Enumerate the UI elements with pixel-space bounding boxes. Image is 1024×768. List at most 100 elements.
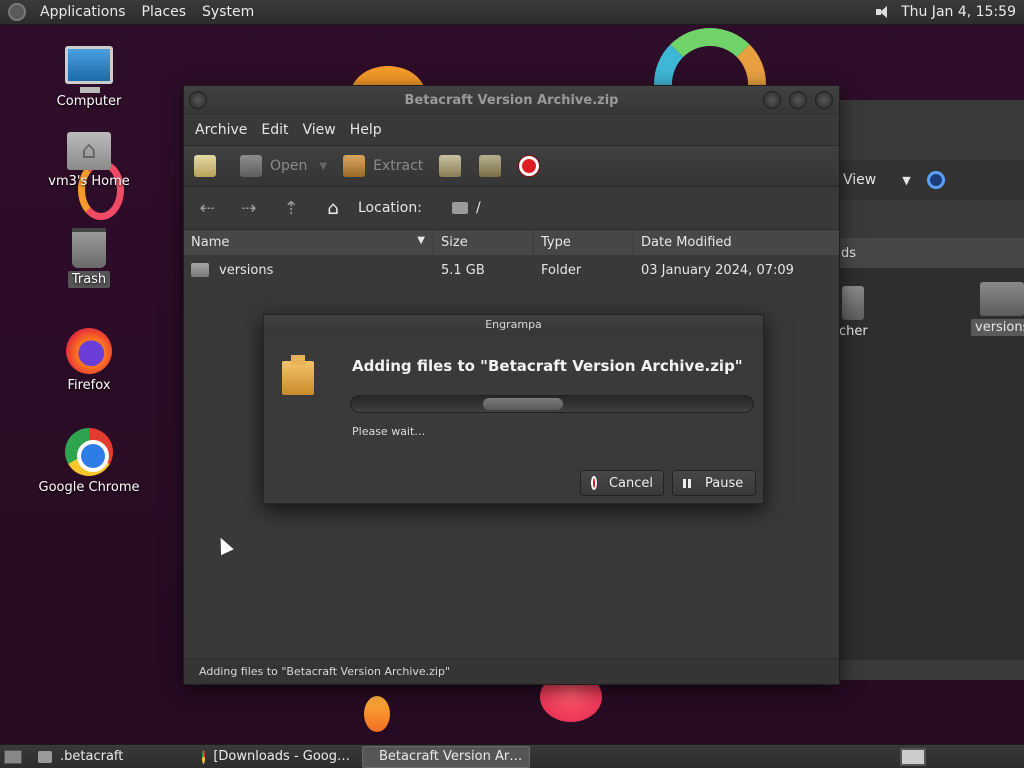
desktop-icon-label: Computer — [56, 94, 122, 109]
stop-icon — [591, 476, 597, 490]
column-size[interactable]: Size — [434, 230, 534, 255]
column-date-modified[interactable]: Date Modified — [634, 230, 839, 255]
chrome-icon — [202, 749, 206, 764]
background-header: ds — [837, 238, 1024, 268]
dialog-heading: Adding files to "Betacraft Version Archi… — [352, 357, 743, 375]
desktop-icon-label: Firefox — [67, 378, 111, 393]
clock[interactable]: Thu Jan 4, 15:59 — [901, 4, 1024, 20]
wallpaper-drop-shape — [364, 696, 390, 732]
package-icon — [282, 355, 314, 395]
pause-button[interactable]: Pause — [672, 470, 756, 496]
extract-icon[interactable] — [343, 155, 366, 177]
cell-size: 5.1 GB — [441, 262, 485, 278]
cancel-button[interactable]: Cancel — [580, 470, 664, 496]
location-path[interactable]: / — [476, 200, 481, 216]
add-files-icon[interactable] — [439, 155, 462, 177]
cancel-button-label: Cancel — [608, 475, 653, 491]
dialog-title: Engrampa — [264, 315, 763, 335]
taskbar-item[interactable]: .betacraft — [30, 746, 190, 768]
forward-arrow-icon[interactable]: ⇢ — [236, 198, 262, 219]
desktop-icon-chrome[interactable]: Google Chrome — [14, 428, 164, 495]
progress-pulse-indicator — [483, 398, 563, 410]
firefox-icon — [66, 328, 112, 374]
desktop-icon-label: Google Chrome — [38, 480, 140, 495]
chrome-icon — [65, 428, 113, 476]
menu-edit[interactable]: Edit — [254, 122, 295, 138]
folder-icon — [451, 202, 468, 214]
background-folder-item[interactable]: cher — [839, 286, 868, 339]
folder-icon — [191, 263, 209, 277]
up-arrow-icon[interactable]: ⇡ — [278, 198, 304, 219]
taskbar-item-active[interactable]: Betacraft Version Ar… — [362, 745, 530, 768]
desktop-icon-trash[interactable]: Trash — [14, 228, 164, 288]
home-icon[interactable]: ⌂ — [320, 198, 346, 219]
background-toolbar: View ▼ — [837, 160, 1024, 200]
cell-modified: 03 January 2024, 07:09 — [641, 262, 794, 278]
applications-menu[interactable]: Applications — [32, 4, 134, 20]
minimize-button[interactable] — [763, 91, 781, 109]
background-file-manager-window[interactable]: View ▼ ds cher versions — [836, 100, 1024, 680]
view-selector[interactable]: View — [843, 172, 876, 188]
desktop-icon-label: vm3's Home — [48, 174, 130, 189]
folder-icon — [38, 750, 52, 763]
chevron-down-icon[interactable]: ▼ — [319, 161, 327, 172]
desktop-icon-label: Trash — [67, 271, 111, 288]
workspace-switcher-icon[interactable] — [900, 747, 926, 766]
pause-button-label: Pause — [705, 475, 744, 491]
column-header: Name ▼ Size Type Date Modified — [184, 229, 839, 255]
desktop-icon-computer[interactable]: Computer — [14, 46, 164, 109]
menu-view[interactable]: View — [296, 122, 343, 138]
background-item-label: versions — [971, 319, 1024, 336]
top-panel: Applications Places System Thu Jan 4, 15… — [0, 0, 1024, 25]
new-archive-icon[interactable] — [194, 155, 216, 177]
open-icon[interactable] — [240, 155, 262, 177]
show-desktop-icon[interactable] — [4, 749, 22, 764]
list-item[interactable]: versions 5.1 GB Folder 03 January 2024, … — [184, 255, 839, 285]
folder-icon — [842, 286, 865, 320]
menu-archive[interactable]: Archive — [188, 122, 254, 138]
menu-help[interactable]: Help — [343, 122, 389, 138]
toolbar: Open ▼ Extract — [184, 145, 839, 187]
desktop-icon-firefox[interactable]: Firefox — [14, 328, 164, 393]
mate-logo-icon[interactable] — [8, 3, 26, 21]
add-folder-icon[interactable] — [479, 155, 502, 177]
open-button[interactable]: Open — [270, 158, 307, 174]
stop-icon[interactable] — [519, 156, 540, 176]
maximize-button[interactable] — [789, 91, 807, 109]
cell-name: versions — [184, 263, 434, 278]
pause-icon — [683, 478, 691, 488]
back-arrow-icon[interactable]: ⇠ — [194, 198, 220, 219]
sort-descending-icon: ▼ — [417, 235, 425, 246]
item-name: versions — [219, 262, 274, 278]
taskbar-item-label: .betacraft — [60, 749, 124, 764]
volume-icon[interactable] — [875, 4, 891, 20]
background-content: cher versions — [837, 268, 1024, 660]
close-button[interactable] — [815, 91, 833, 109]
taskbar-item-label: [Downloads - Goog… — [213, 749, 350, 764]
home-folder-icon — [67, 132, 111, 170]
search-icon[interactable] — [926, 171, 945, 189]
status-bar: Adding files to "Betacraft Version Archi… — [184, 658, 839, 684]
places-menu[interactable]: Places — [134, 4, 195, 20]
background-item-label: cher — [839, 324, 868, 339]
extract-button[interactable]: Extract — [373, 158, 423, 174]
progress-bar — [350, 395, 754, 413]
column-name-label: Name — [191, 235, 230, 250]
location-bar: ⇠ ⇢ ⇡ ⌂ Location: / — [184, 187, 839, 229]
computer-icon — [65, 46, 113, 93]
progress-dialog: Engrampa Adding files to "Betacraft Vers… — [263, 314, 764, 504]
background-folder-item[interactable]: versions — [971, 282, 1024, 336]
desktop-icon-home[interactable]: vm3's Home — [14, 132, 164, 189]
taskbar-item[interactable]: [Downloads - Goog… — [194, 746, 358, 768]
system-menu[interactable]: System — [194, 4, 262, 20]
title-bar[interactable]: Betacraft Version Archive.zip — [184, 86, 839, 115]
window-title: Betacraft Version Archive.zip — [404, 93, 619, 108]
location-label: Location: — [358, 200, 422, 216]
taskbar-item-label: Betacraft Version Ar… — [379, 749, 523, 764]
menu-bar: Archive Edit View Help — [184, 115, 839, 145]
trash-icon — [72, 228, 106, 268]
column-name[interactable]: Name ▼ — [184, 230, 434, 255]
column-type[interactable]: Type — [534, 230, 634, 255]
chevron-down-icon[interactable]: ▼ — [902, 174, 910, 187]
window-menu-button[interactable] — [189, 91, 207, 109]
